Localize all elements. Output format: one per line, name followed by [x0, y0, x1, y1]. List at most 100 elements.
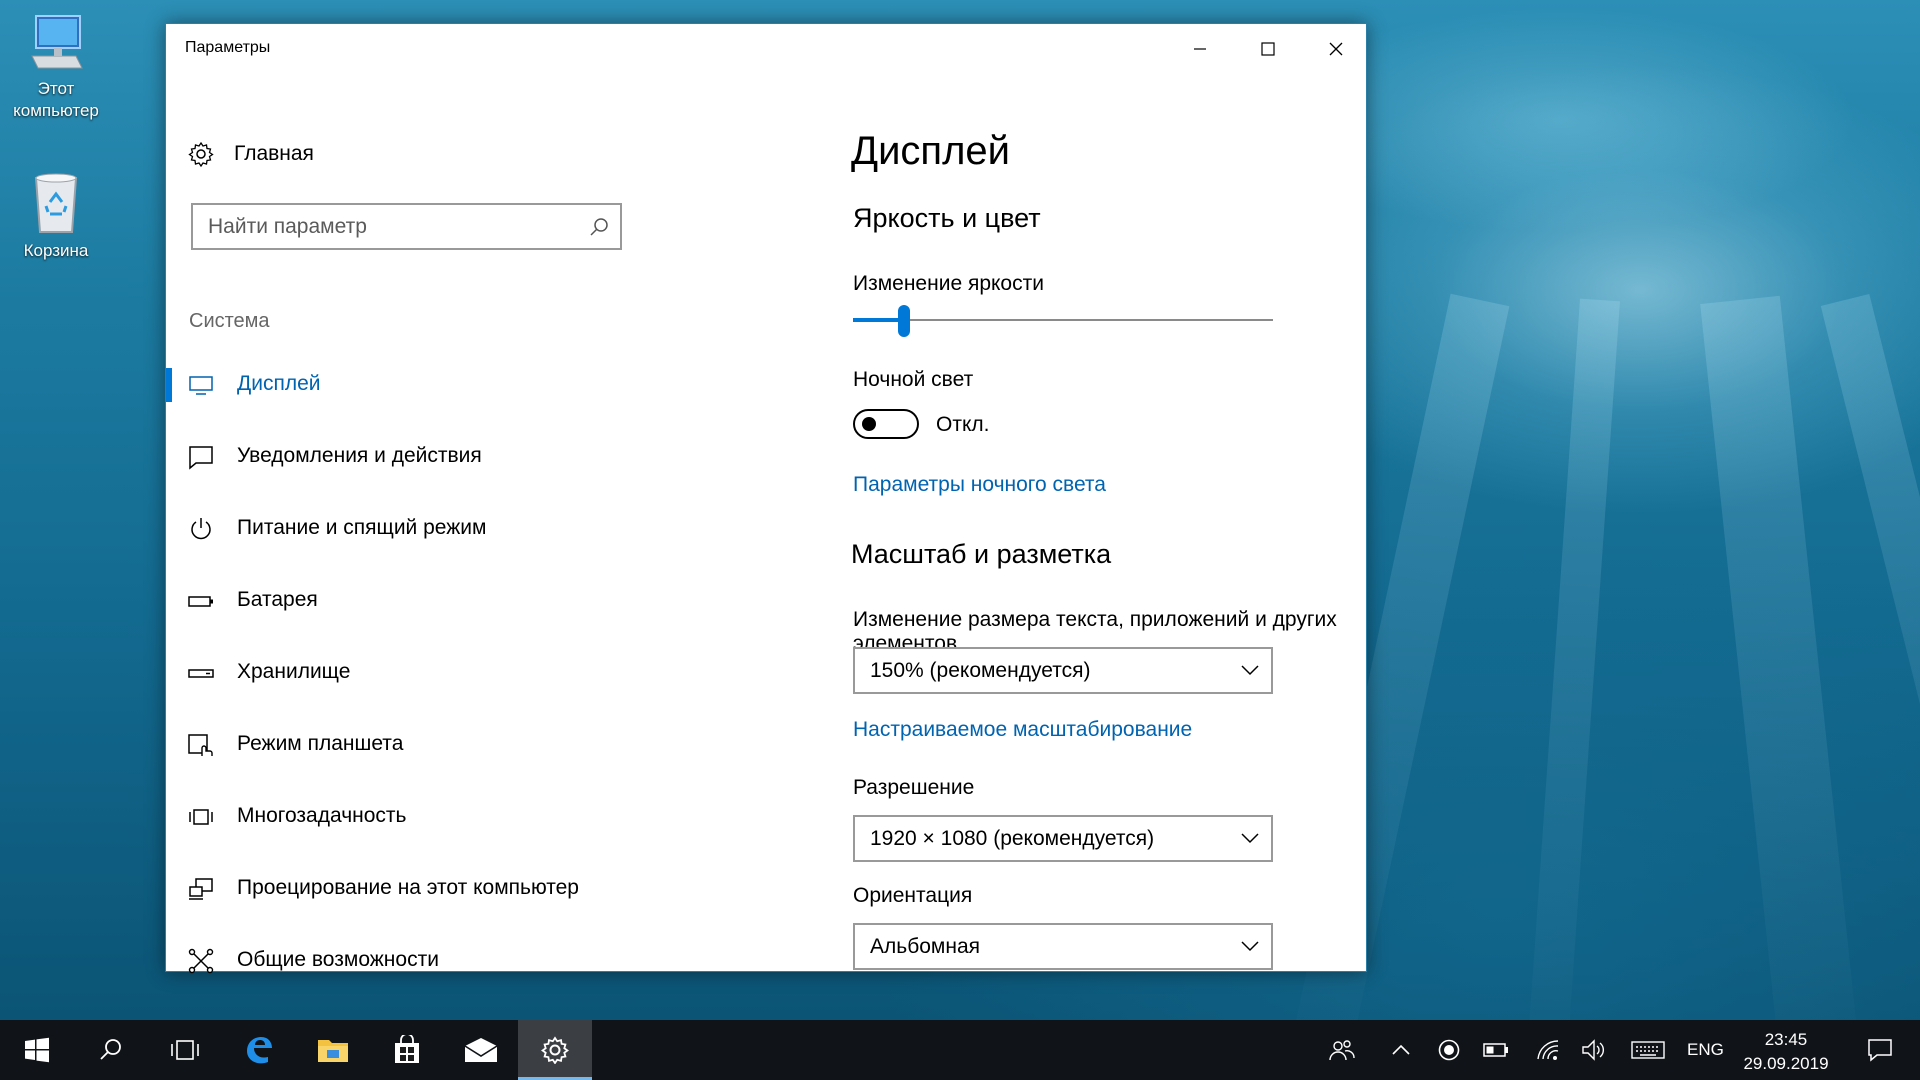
computer-icon: [31, 15, 83, 69]
sidebar-item-label: Многозадачность: [237, 804, 407, 827]
sidebar-item-storage[interactable]: Хранилище: [166, 644, 636, 700]
record-icon: [1438, 1039, 1460, 1061]
sidebar-item-projecting[interactable]: Проецирование на этот компьютер: [166, 860, 636, 916]
clock-time: 23:45: [1764, 1030, 1808, 1049]
search-input[interactable]: [193, 205, 573, 248]
edge-icon: [247, 1037, 272, 1064]
sidebar-item-power[interactable]: Питание и спящий режим: [166, 500, 636, 556]
task-view-button[interactable]: [148, 1020, 222, 1080]
slider-thumb[interactable]: [898, 305, 910, 337]
resolution-label: Разрешение: [853, 776, 975, 799]
action-center-button[interactable]: [1850, 1020, 1910, 1080]
settings-icon: [541, 1036, 569, 1064]
settings-sidebar: Главная Система Дисплей Уведомления и де…: [166, 73, 636, 974]
brightness-section-heading: Яркость и цвет: [853, 203, 1041, 233]
battery-icon: [188, 596, 213, 607]
sidebar-item-display[interactable]: Дисплей: [166, 356, 636, 412]
volume-tray-button[interactable]: [1576, 1020, 1612, 1080]
close-button[interactable]: [1302, 24, 1370, 73]
file-explorer-button[interactable]: [296, 1020, 370, 1080]
sidebar-item-label: Батарея: [237, 588, 318, 611]
desktop-icon-recycle-bin[interactable]: Корзина: [0, 172, 112, 262]
scale-section-heading: Масштаб и разметка: [851, 539, 1112, 569]
page-title: Дисплей: [851, 129, 1011, 173]
battery-tray-button[interactable]: [1478, 1020, 1514, 1080]
sidebar-item-label: Уведомления и действия: [237, 444, 482, 467]
scale-value: 150% (рекомендуется): [870, 659, 1091, 682]
title-bar[interactable]: Параметры: [166, 24, 1366, 73]
settings-button[interactable]: [518, 1020, 592, 1080]
clock-date: 29.09.2019: [1743, 1054, 1829, 1073]
desktop-icon-label: Этот: [37, 79, 75, 98]
recycle-bin-icon: [34, 173, 78, 233]
maximize-button[interactable]: [1234, 24, 1302, 73]
night-light-settings-link[interactable]: Параметры ночного света: [853, 473, 1106, 497]
sidebar-item-label: Общие возможности: [237, 948, 439, 971]
search-icon: [100, 1039, 121, 1060]
chevron-up-icon: [1392, 1044, 1410, 1055]
desktop-icon-this-pc[interactable]: Этот компьютер: [0, 12, 112, 122]
power-icon: [191, 518, 211, 540]
scale-dropdown[interactable]: 150% (рекомендуется): [853, 647, 1273, 694]
desktop-icon-label: компьютер: [13, 101, 99, 120]
sidebar-item-label: Питание и спящий режим: [237, 516, 487, 539]
input-language-indicator[interactable]: ENG: [1687, 1020, 1724, 1080]
slider-track[interactable]: [853, 319, 1273, 321]
record-tray-button[interactable]: [1432, 1020, 1466, 1080]
keyboard-icon: [1631, 1041, 1665, 1059]
sidebar-item-label: Дисплей: [237, 372, 321, 395]
light-ray: [1524, 298, 1620, 1020]
notification-icon: [189, 446, 213, 470]
resolution-dropdown[interactable]: 1920 × 1080 (рекомендуется): [853, 815, 1273, 862]
maximize-icon: [1261, 41, 1275, 56]
start-button[interactable]: [0, 1020, 74, 1080]
chevron-down-icon: [1241, 833, 1259, 844]
mail-button[interactable]: [444, 1020, 518, 1080]
multitasking-icon: [189, 809, 213, 825]
window-title: Параметры: [185, 39, 271, 56]
gear-icon: [188, 141, 214, 167]
chevron-down-icon: [1241, 941, 1259, 952]
sidebar-item-tablet-mode[interactable]: Режим планшета: [166, 716, 636, 772]
file-explorer-icon: [318, 1040, 348, 1062]
sidebar-item-label: Проецирование на этот компьютер: [237, 876, 579, 899]
network-tray-button[interactable]: [1530, 1020, 1566, 1080]
clock[interactable]: 23:45 29.09.2019: [1738, 1028, 1834, 1076]
desktop-icon-label: Корзина: [23, 241, 89, 260]
store-icon: [395, 1035, 419, 1063]
volume-icon: [1582, 1039, 1604, 1061]
wifi-icon: [1537, 1040, 1559, 1060]
orientation-value: Альбомная: [870, 935, 980, 958]
people-button[interactable]: [1324, 1020, 1360, 1080]
minimize-icon: [1194, 47, 1206, 50]
search-box[interactable]: [191, 203, 622, 250]
home-nav-item[interactable]: Главная: [188, 136, 314, 172]
orientation-dropdown[interactable]: Альбомная: [853, 923, 1273, 970]
settings-content: Дисплей Яркость и цвет Изменение яркости…: [636, 73, 1366, 973]
touch-keyboard-button[interactable]: [1628, 1020, 1668, 1080]
battery-icon: [1483, 1043, 1508, 1057]
start-icon: [25, 1037, 49, 1063]
light-ray: [1700, 295, 1864, 1020]
orientation-label: Ориентация: [853, 884, 973, 907]
night-light-label: Ночной свет: [853, 368, 974, 391]
mail-icon: [464, 1038, 498, 1062]
search-button[interactable]: [74, 1020, 148, 1080]
sidebar-item-battery[interactable]: Батарея: [166, 572, 636, 628]
brightness-slider[interactable]: [853, 300, 1273, 340]
sidebar-item-shared-experiences[interactable]: Общие возможности: [166, 932, 636, 988]
search-icon[interactable]: [588, 216, 610, 238]
night-light-toggle[interactable]: [853, 409, 919, 439]
sidebar-item-label: Хранилище: [237, 660, 351, 683]
minimize-button[interactable]: [1166, 24, 1234, 73]
show-hidden-icons-button[interactable]: [1386, 1020, 1416, 1080]
sidebar-item-notifications[interactable]: Уведомления и действия: [166, 428, 636, 484]
brightness-label: Изменение яркости: [853, 272, 1044, 295]
sidebar-item-multitasking[interactable]: Многозадачность: [166, 788, 636, 844]
slider-fill: [853, 318, 904, 322]
custom-scaling-link[interactable]: Настраиваемое масштабирование: [853, 718, 1192, 742]
store-button[interactable]: [370, 1020, 444, 1080]
sidebar-group-label: Система: [189, 310, 270, 332]
edge-button[interactable]: [222, 1020, 296, 1080]
tablet-mode-icon: [188, 734, 213, 756]
